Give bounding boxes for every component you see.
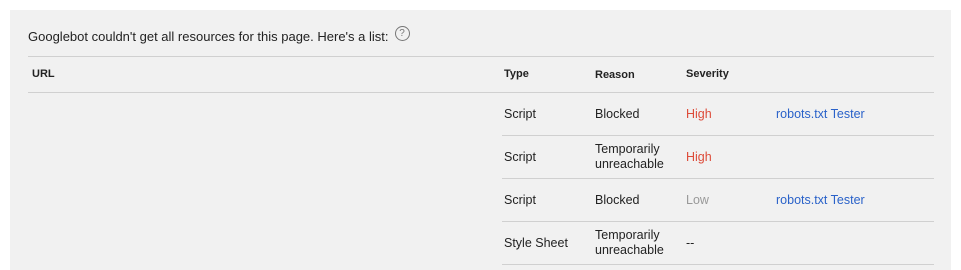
table-header: URL Type Reason Severity xyxy=(28,56,934,93)
column-header-type[interactable]: Type xyxy=(504,68,529,80)
heading-text: Googlebot couldn't get all resources for… xyxy=(28,29,389,44)
reason-cell: Temporarily unreachable xyxy=(595,142,664,171)
blocked-resources-panel: Googlebot couldn't get all resources for… xyxy=(10,10,951,270)
resources-table: URL Type Reason Severity Script Blocked … xyxy=(28,56,934,265)
panel-heading: Googlebot couldn't get all resources for… xyxy=(28,26,410,44)
help-icon[interactable]: ? xyxy=(394,26,410,41)
severity-cell: Low xyxy=(686,193,709,207)
type-cell: Script xyxy=(504,193,536,207)
severity-cell: -- xyxy=(686,236,695,250)
column-header-url[interactable]: URL xyxy=(32,68,55,80)
robots-txt-tester-link[interactable]: robots.txt Tester xyxy=(776,107,865,121)
reason-cell: Blocked xyxy=(595,106,640,121)
type-cell: Style Sheet xyxy=(504,236,568,250)
reason-cell: Temporarily unreachable xyxy=(595,228,664,257)
severity-cell: High xyxy=(686,150,712,164)
table-row: Script Blocked Low robots.txt Tester xyxy=(28,179,934,222)
type-cell: Script xyxy=(504,150,536,164)
url-cell[interactable] xyxy=(28,136,502,179)
reason-cell: Blocked xyxy=(595,192,640,207)
severity-cell: High xyxy=(686,107,712,121)
type-cell: Script xyxy=(504,107,536,121)
url-cell[interactable] xyxy=(28,179,502,222)
table-row: Script Blocked High robots.txt Tester xyxy=(28,93,934,136)
robots-txt-tester-link[interactable]: robots.txt Tester xyxy=(776,193,865,207)
column-header-severity[interactable]: Severity xyxy=(686,68,729,80)
column-header-reason[interactable]: Reason xyxy=(595,68,635,83)
table-row: Style Sheet Temporarily unreachable -- xyxy=(28,222,934,265)
url-cell[interactable] xyxy=(28,222,502,265)
table-row: Script Temporarily unreachable High xyxy=(28,136,934,179)
url-cell[interactable] xyxy=(28,93,502,136)
